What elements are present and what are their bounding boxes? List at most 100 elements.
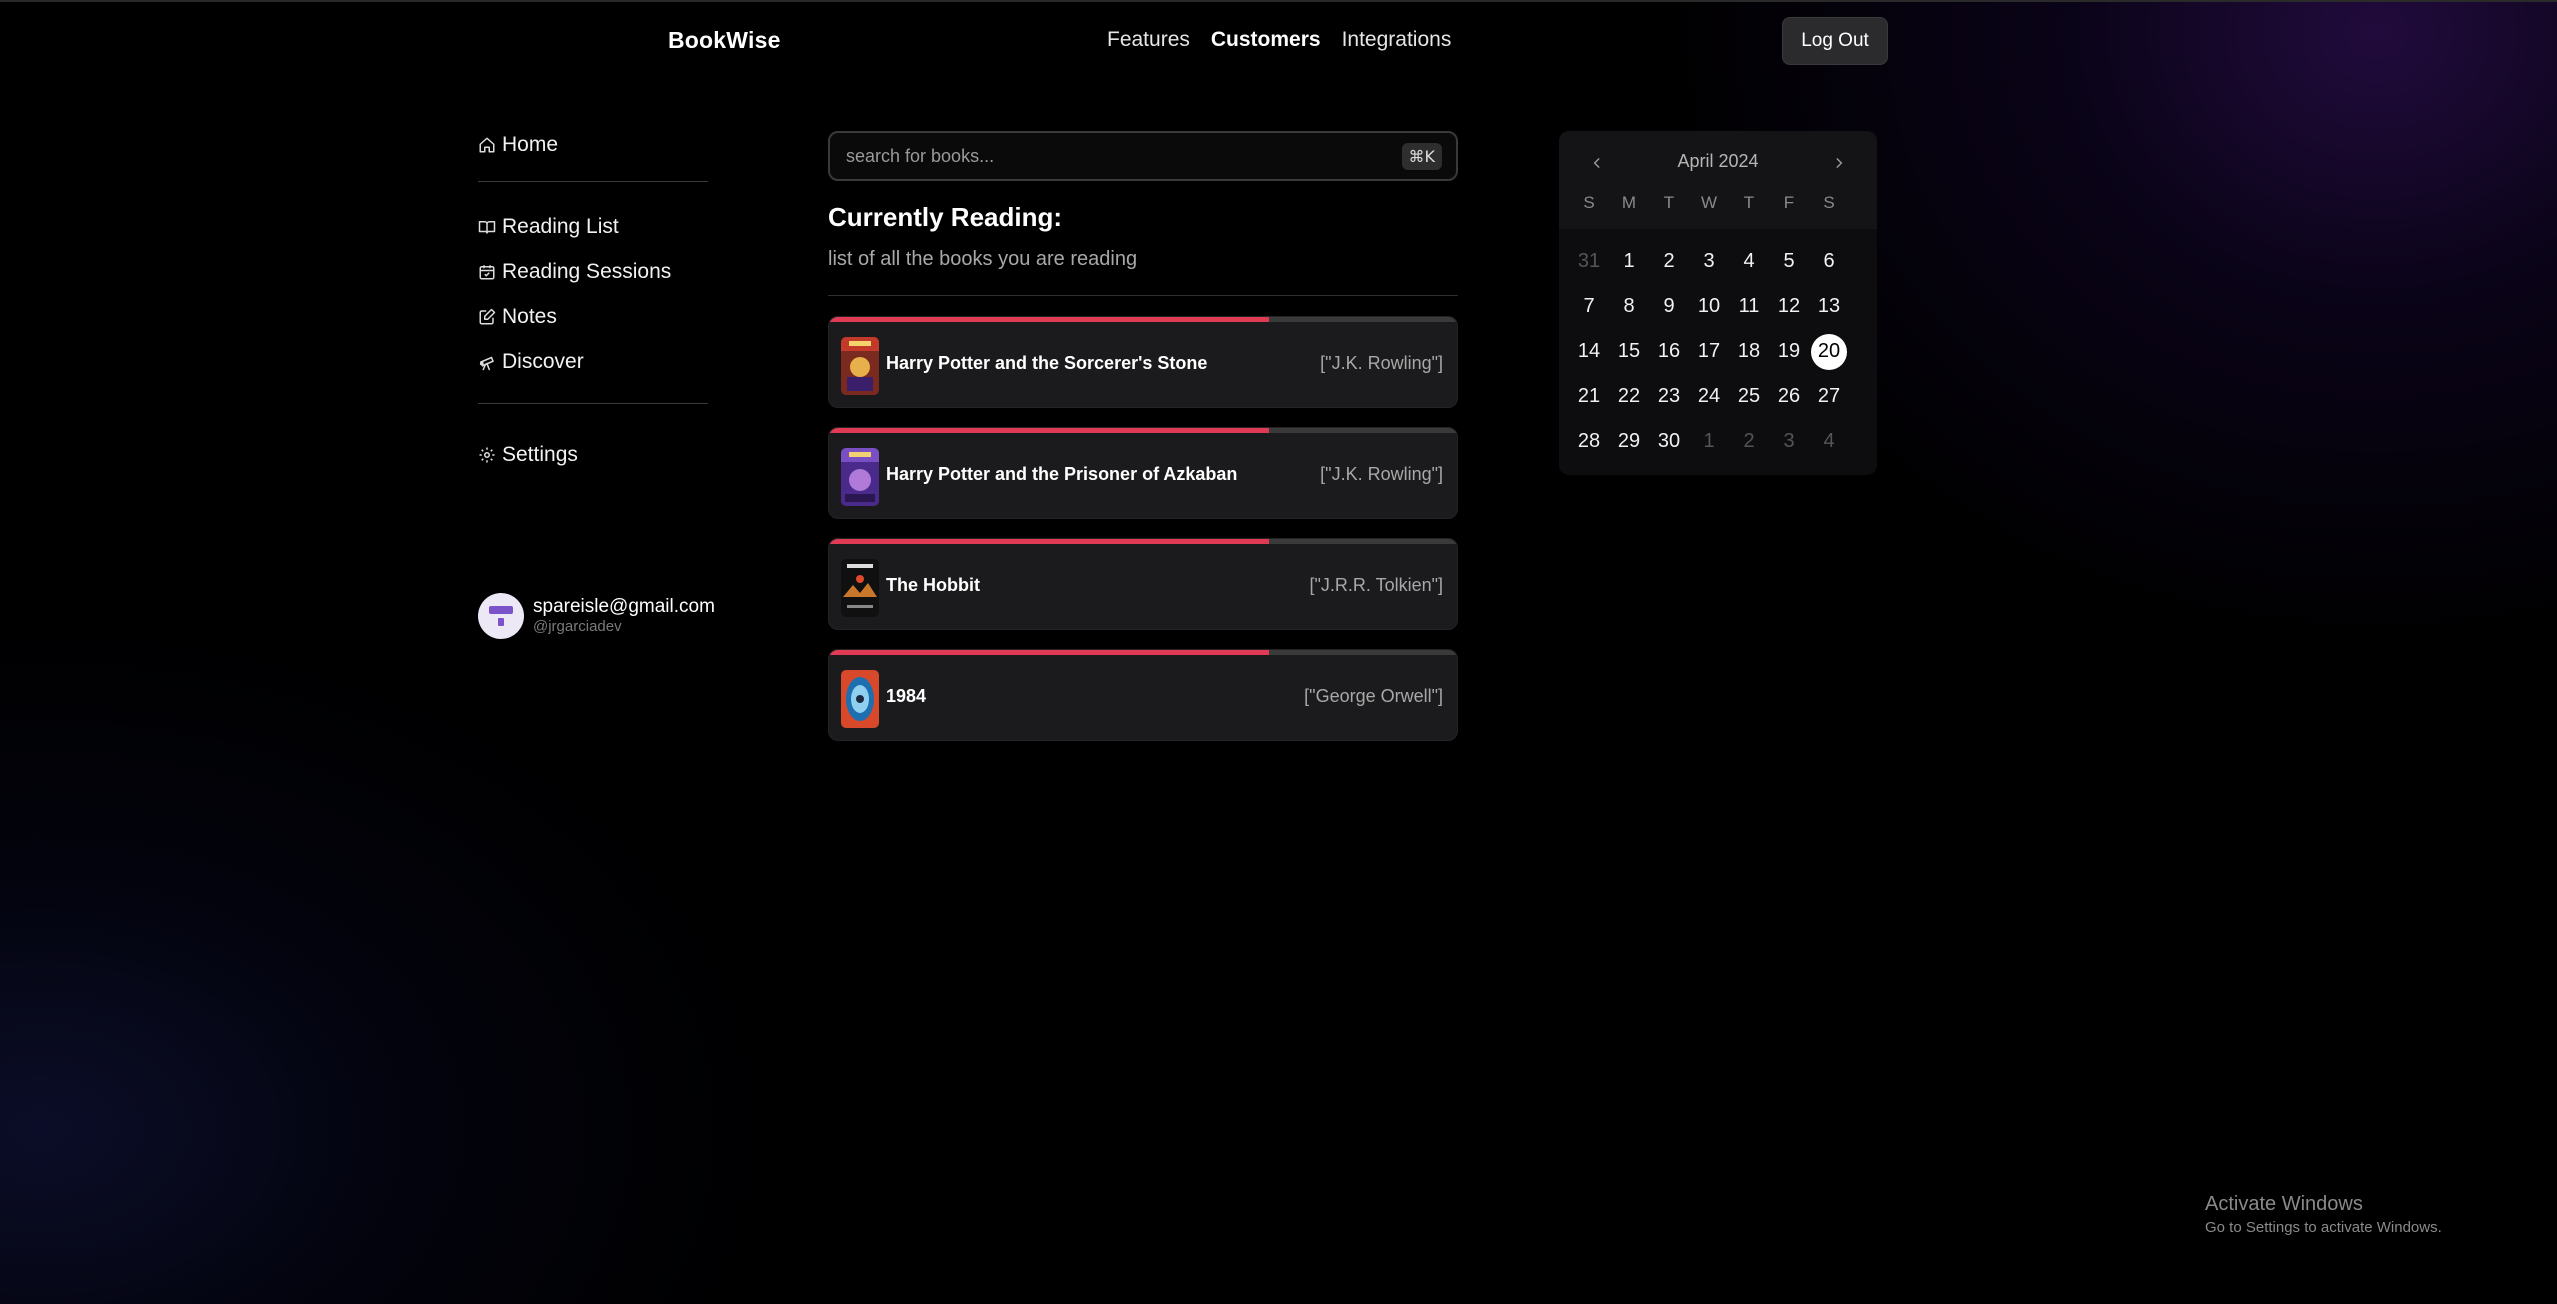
search-bar[interactable]: ⌘K: [828, 131, 1458, 181]
window-top-border: [0, 0, 2557, 2]
book-card[interactable]: Harry Potter and the Prisoner of Azkaban…: [828, 427, 1458, 519]
calendar-day[interactable]: 18: [1729, 329, 1769, 374]
calendar-day[interactable]: 16: [1649, 329, 1689, 374]
calendar-day[interactable]: 15: [1609, 329, 1649, 374]
calendar-day[interactable]: 25: [1729, 374, 1769, 419]
calendar-day-number: 8: [1623, 295, 1635, 317]
avatar[interactable]: [478, 593, 524, 639]
weekday-label: T: [1743, 193, 1755, 212]
calendar-day[interactable]: 14: [1569, 329, 1609, 374]
calendar-day[interactable]: 24: [1689, 374, 1729, 419]
sidebar-item-reading-list[interactable]: Reading List: [478, 210, 708, 244]
calendar-day-number: 14: [1577, 340, 1601, 362]
reading-progress-bar: [829, 539, 1457, 544]
calendar-day-number: 26: [1777, 385, 1801, 407]
weekday-label: T: [1663, 193, 1675, 212]
calendar-day-number: 31: [1577, 250, 1601, 272]
activation-subtitle: Go to Settings to activate Windows.: [2205, 1219, 2442, 1236]
windows-activation-watermark: Activate Windows Go to Settings to activ…: [2205, 1193, 2442, 1236]
calendar-day-number: 1: [1703, 430, 1715, 452]
calendar-day[interactable]: 31: [1569, 239, 1609, 284]
calendar-day-number: 11: [1738, 295, 1760, 317]
calendar-day[interactable]: 29: [1609, 419, 1649, 464]
sidebar-nav-group: Reading List Reading Sessions Notes Disc…: [478, 210, 708, 379]
book-author: ["George Orwell"]: [1304, 686, 1443, 706]
calendar: April 2024 S M T W T F S 31 1 2 3 4 5 6 7 8 9 10 11…: [1559, 131, 1877, 475]
nav-features[interactable]: Features: [1107, 28, 1190, 52]
calendar-day[interactable]: 4: [1809, 419, 1849, 464]
book-card[interactable]: Harry Potter and the Sorcerer's Stone ["…: [828, 316, 1458, 408]
book-title: 1984: [886, 686, 927, 706]
sidebar-item-label: Notes: [502, 305, 557, 328]
sidebar-item-discover[interactable]: Discover: [478, 345, 708, 379]
calendar-day[interactable]: 27: [1809, 374, 1849, 419]
progress-fill: [829, 539, 1269, 544]
calendar-day[interactable]: 11: [1729, 284, 1769, 329]
calendar-day[interactable]: 21: [1569, 374, 1609, 419]
sidebar-item-home[interactable]: Home: [478, 128, 708, 162]
calendar-day-today[interactable]: 20: [1809, 329, 1849, 374]
calendar-day-number: 17: [1697, 340, 1721, 362]
calendar-day[interactable]: 19: [1769, 329, 1809, 374]
calendar-day[interactable]: 2: [1649, 239, 1689, 284]
sidebar-item-reading-sessions[interactable]: Reading Sessions: [478, 255, 708, 289]
search-input[interactable]: [846, 145, 1402, 167]
calendar-day[interactable]: 3: [1689, 239, 1729, 284]
calendar-day[interactable]: 4: [1729, 239, 1769, 284]
sidebar-item-settings[interactable]: Settings: [478, 438, 708, 472]
book-card[interactable]: 1984 ["George Orwell"]: [828, 649, 1458, 741]
background-glow-bottom-left: [0, 604, 800, 1304]
calendar-day-number: 6: [1823, 250, 1835, 272]
nav-integrations[interactable]: Integrations: [1342, 28, 1452, 52]
book-title: The Hobbit: [886, 575, 980, 595]
calendar-day-number: 23: [1657, 385, 1681, 407]
activation-title: Activate Windows: [2205, 1193, 2363, 1215]
telescope-icon: [479, 356, 494, 371]
user-profile[interactable]: spareisle@gmail.com @jrgarciadev: [478, 593, 715, 639]
logout-button[interactable]: Log Out: [1782, 17, 1888, 65]
calendar-day-number: 30: [1657, 430, 1681, 452]
calendar-day[interactable]: 22: [1609, 374, 1649, 419]
section-divider: [828, 295, 1458, 296]
book-open-icon: [478, 221, 496, 234]
calendar-weekdays: S M T W T F S: [1569, 193, 1849, 213]
calendar-day-number: 5: [1783, 250, 1795, 272]
calendar-day-number: 25: [1737, 385, 1761, 407]
nav-customers[interactable]: Customers: [1211, 28, 1321, 52]
calendar-day[interactable]: 1: [1689, 419, 1729, 464]
calendar-header: April 2024 S M T W T F S: [1559, 131, 1877, 229]
calendar-day[interactable]: 5: [1769, 239, 1809, 284]
progress-fill: [829, 317, 1269, 322]
calendar-day-number: 15: [1617, 340, 1641, 362]
weekday-label: S: [1823, 193, 1835, 212]
edit-note-icon: [479, 308, 496, 325]
calendar-day[interactable]: 17: [1689, 329, 1729, 374]
calendar-day[interactable]: 23: [1649, 374, 1689, 419]
calendar-next-button[interactable]: [1825, 149, 1853, 177]
weekday-label: S: [1583, 193, 1595, 212]
calendar-day[interactable]: 1: [1609, 239, 1649, 284]
calendar-day[interactable]: 9: [1649, 284, 1689, 329]
book-cover: [841, 670, 879, 728]
calendar-day[interactable]: 8: [1609, 284, 1649, 329]
calendar-day-number: 29: [1617, 430, 1641, 452]
sidebar-item-notes[interactable]: Notes: [478, 300, 708, 334]
shortcut-badge: ⌘K: [1401, 142, 1442, 170]
calendar-day[interactable]: 30: [1649, 419, 1689, 464]
calendar-day[interactable]: 3: [1769, 419, 1809, 464]
book-list: Harry Potter and the Sorcerer's Stone ["…: [828, 316, 1458, 760]
calendar-day[interactable]: 6: [1809, 239, 1849, 284]
calendar-day[interactable]: 10: [1689, 284, 1729, 329]
calendar-day[interactable]: 28: [1569, 419, 1609, 464]
book-cover: [841, 448, 879, 506]
book-card[interactable]: The Hobbit ["J.R.R. Tolkien"]: [828, 538, 1458, 630]
calendar-day-number: 16: [1657, 340, 1681, 362]
calendar-day[interactable]: 2: [1729, 419, 1769, 464]
calendar-day[interactable]: 7: [1569, 284, 1609, 329]
sidebar-item-label: Home: [502, 133, 559, 156]
brand-logo[interactable]: BookWise: [668, 27, 781, 54]
sidebar-item-label: Settings: [502, 443, 578, 466]
calendar-day[interactable]: 12: [1769, 284, 1809, 329]
calendar-day[interactable]: 13: [1809, 284, 1849, 329]
calendar-day[interactable]: 26: [1769, 374, 1809, 419]
